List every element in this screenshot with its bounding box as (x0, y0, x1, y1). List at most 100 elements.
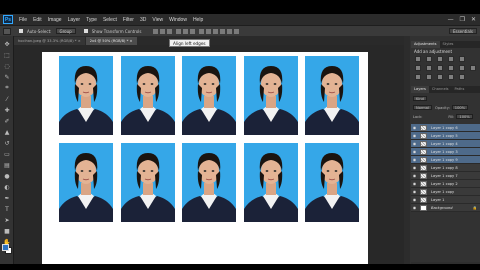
align-vcenter-icon[interactable] (160, 28, 166, 34)
auto-select-checkbox[interactable] (19, 29, 23, 33)
layer-row[interactable]: ◉ Background 🔒 (411, 204, 480, 212)
align-right-icon[interactable] (190, 28, 196, 34)
foreground-color-swatch[interactable] (2, 244, 9, 251)
id-photo[interactable] (244, 56, 298, 135)
eye-icon[interactable]: ◉ (412, 197, 417, 202)
layer-row[interactable]: ◉ Layer 1 copy 7 (411, 172, 480, 180)
adjustment-preset-icon[interactable] (426, 74, 432, 80)
workspace-dropdown[interactable]: Essentials (448, 28, 477, 34)
eyedropper-icon[interactable]: ⁄ (3, 95, 11, 103)
move-tool-preset-icon[interactable] (3, 27, 11, 35)
tab-styles[interactable]: Styles (440, 41, 457, 48)
eye-icon[interactable]: ◉ (412, 133, 417, 138)
menu-help[interactable]: Help (193, 17, 203, 23)
adjustment-preset-icon[interactable] (415, 56, 421, 62)
pen-icon[interactable]: ✒ (3, 194, 11, 202)
restore-button[interactable]: ❐ (460, 16, 465, 23)
lasso-icon[interactable]: ◌ (3, 62, 11, 70)
layer-row[interactable]: ◉ Layer 1 copy (411, 188, 480, 196)
tab-channels[interactable]: Channels (429, 86, 452, 93)
adjustment-preset-icon[interactable] (470, 65, 476, 71)
move-icon[interactable]: ✥ (3, 40, 11, 48)
adjustment-preset-icon[interactable] (415, 74, 421, 80)
layer-row[interactable]: ◉ Layer 1 copy 8 (411, 164, 480, 172)
layer-row[interactable]: ◉ Layer 1 copy 4 (411, 140, 480, 148)
adjustment-preset-icon[interactable] (426, 65, 432, 71)
eye-icon[interactable]: ◉ (412, 165, 417, 170)
id-photo[interactable] (182, 56, 236, 135)
minimize-button[interactable]: — (448, 16, 454, 23)
id-photo[interactable] (121, 143, 175, 222)
type-icon[interactable]: T (3, 205, 11, 213)
distribute-right-icon[interactable] (234, 28, 240, 34)
tab-hoclhan[interactable]: hoclhan.jpeg @ 33.3% (RGB/8) * × (14, 37, 85, 45)
menu-edit[interactable]: Edit (33, 17, 42, 23)
menu-filter[interactable]: Filter (123, 17, 134, 23)
crop-icon[interactable]: ⌗ (3, 84, 11, 92)
eye-icon[interactable]: ◉ (412, 173, 417, 178)
eye-icon[interactable]: ◉ (412, 189, 417, 194)
id-photo[interactable] (59, 143, 113, 222)
blend-mode-dropdown[interactable]: Normal (413, 105, 433, 110)
shape-icon[interactable]: ■ (3, 227, 11, 235)
path-select-icon[interactable]: ➤ (3, 216, 11, 224)
gradient-icon[interactable]: ▤ (3, 161, 11, 169)
adjustment-preset-icon[interactable] (448, 65, 454, 71)
layer-row[interactable]: ◉ Layer 1 copy 2 (411, 180, 480, 188)
distribute-left-icon[interactable] (220, 28, 226, 34)
opacity-input[interactable]: 100% (451, 105, 469, 110)
eye-icon[interactable]: ◉ (412, 181, 417, 186)
align-top-icon[interactable] (153, 28, 159, 34)
id-photo[interactable] (305, 56, 359, 135)
menu-type[interactable]: Type (86, 17, 97, 23)
align-left-icon[interactable] (176, 28, 182, 34)
adjustment-preset-icon[interactable] (415, 65, 421, 71)
adjustment-preset-icon[interactable] (437, 65, 443, 71)
align-hcenter-icon[interactable] (183, 28, 189, 34)
layer-row[interactable]: ◉ Layer 1 copy 3 (411, 148, 480, 156)
marquee-icon[interactable]: ⬚ (3, 51, 11, 59)
adjustment-preset-icon[interactable] (459, 74, 465, 80)
tab-layers[interactable]: Layers (411, 86, 429, 93)
close-button[interactable]: ✕ (471, 16, 476, 23)
layer-row[interactable]: ◉ Layer 1 copy 9 (411, 156, 480, 164)
id-photo[interactable] (59, 56, 113, 135)
dodge-icon[interactable]: ◐ (3, 183, 11, 191)
adjustment-preset-icon[interactable] (437, 74, 443, 80)
clone-stamp-icon[interactable]: ▲ (3, 128, 11, 136)
eye-icon[interactable]: ◉ (412, 205, 417, 210)
menu-select[interactable]: Select (103, 17, 117, 23)
fill-input[interactable]: 100% (456, 114, 473, 119)
adjustment-preset-icon[interactable] (448, 74, 454, 80)
kind-filter-dropdown[interactable]: Kind (413, 96, 427, 101)
id-photo[interactable] (305, 143, 359, 222)
adjustment-preset-icon[interactable] (448, 56, 454, 62)
menu-image[interactable]: Image (48, 17, 62, 23)
document-canvas[interactable] (42, 52, 368, 270)
blur-icon[interactable]: ● (3, 172, 11, 180)
distribute-bottom-icon[interactable] (213, 28, 219, 34)
eye-icon[interactable]: ◉ (412, 141, 417, 146)
adjustment-preset-icon[interactable] (459, 65, 465, 71)
tab-2x4[interactable]: 2x4 @ 50% (RGB/8) * × (85, 37, 137, 45)
distribute-hcenter-icon[interactable] (227, 28, 233, 34)
eye-icon[interactable]: ◉ (412, 149, 417, 154)
id-photo[interactable] (244, 143, 298, 222)
brush-icon[interactable]: ✐ (3, 117, 11, 125)
distribute-top-icon[interactable] (199, 28, 205, 34)
id-photo[interactable] (121, 56, 175, 135)
eraser-icon[interactable]: ▭ (3, 150, 11, 158)
layer-row[interactable]: ◉ Layer 1 copy 5 (411, 132, 480, 140)
layer-row[interactable]: ◉ Layer 1 (411, 196, 480, 204)
show-transform-checkbox[interactable] (83, 29, 88, 33)
menu-3d[interactable]: 3D (140, 17, 146, 23)
quick-select-icon[interactable]: ✎ (3, 73, 11, 81)
id-photo[interactable] (182, 143, 236, 222)
menu-window[interactable]: Window (169, 17, 187, 23)
layer-row[interactable]: ◉ Layer 1 copy 6 (411, 124, 480, 132)
auto-select-dropdown[interactable]: Group (55, 28, 76, 34)
eye-icon[interactable]: ◉ (412, 125, 417, 130)
tab-paths[interactable]: Paths (452, 86, 468, 93)
eye-icon[interactable]: ◉ (412, 157, 417, 162)
menu-file[interactable]: File (19, 17, 27, 23)
